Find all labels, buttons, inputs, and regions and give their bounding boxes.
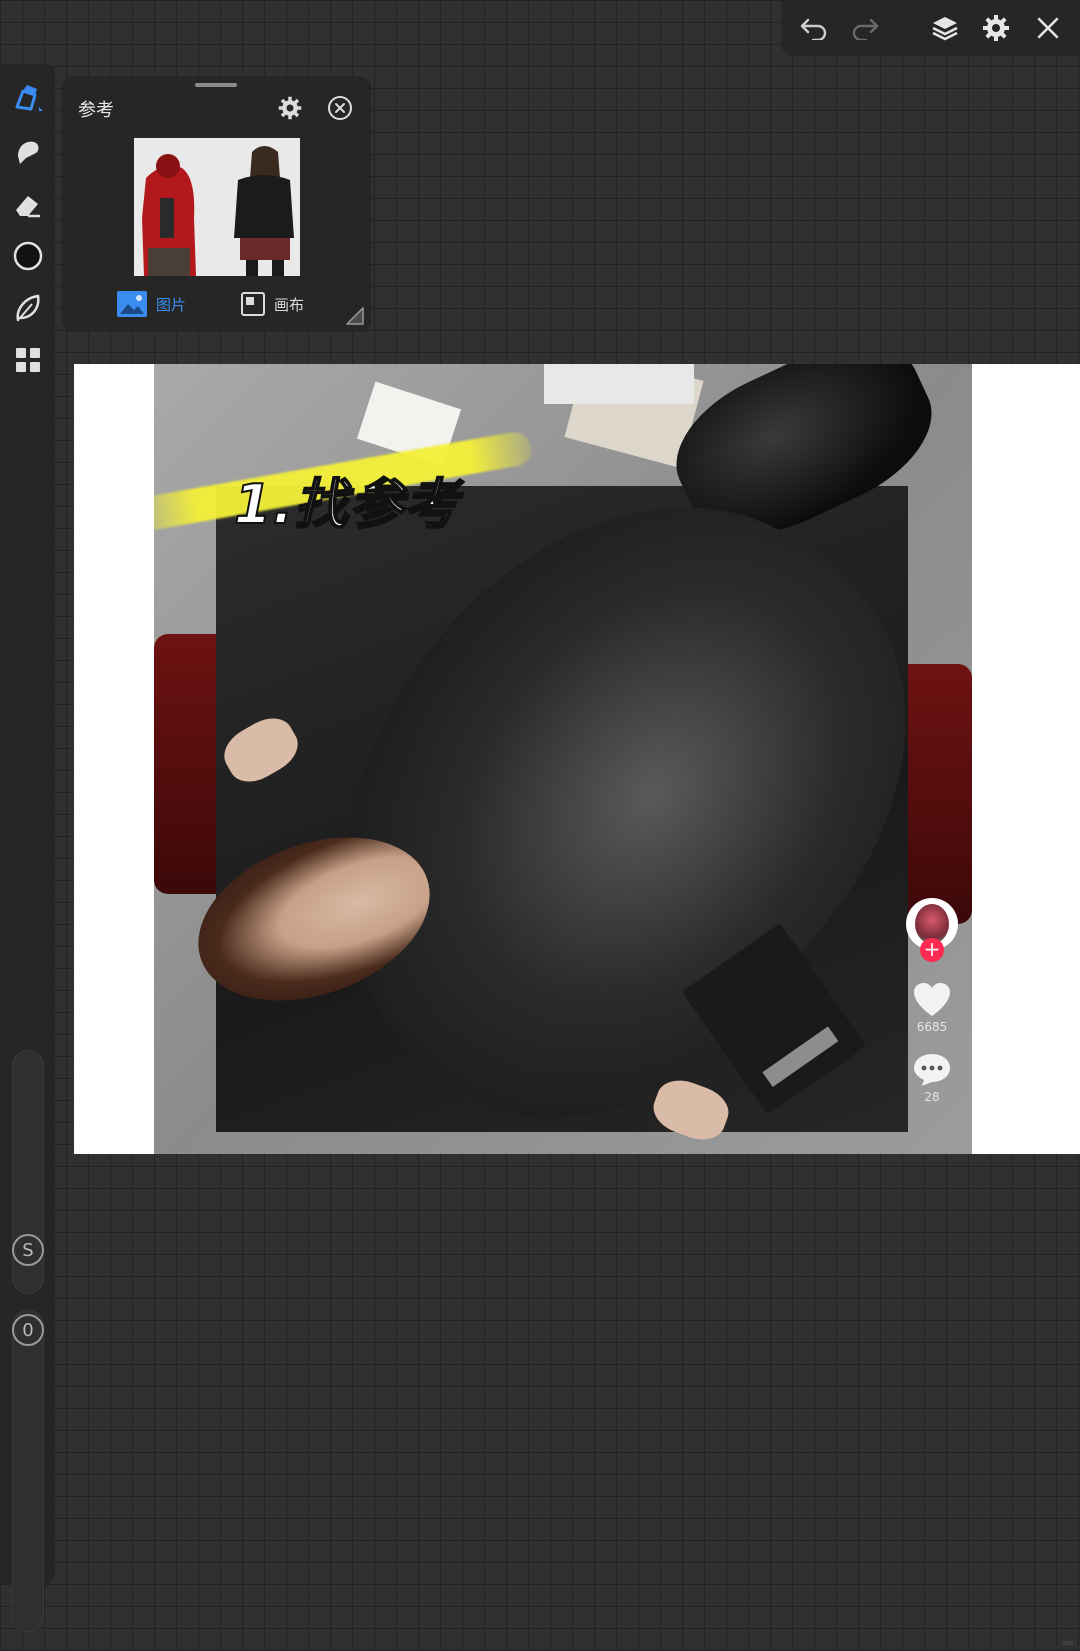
tab-canvas-label: 画布 bbox=[274, 295, 305, 314]
left-toolbar: S 0 bbox=[0, 64, 55, 1632]
layers-button[interactable] bbox=[925, 8, 965, 48]
tab-image[interactable]: 图片 bbox=[116, 288, 186, 320]
resize-handle-icon[interactable] bbox=[345, 306, 365, 326]
close-button[interactable] bbox=[1028, 8, 1068, 48]
caption-text: 1.找参考 bbox=[233, 472, 460, 537]
smudge-icon bbox=[18, 141, 39, 164]
opacity-slider[interactable] bbox=[12, 1310, 44, 1632]
follow-button[interactable]: + bbox=[920, 938, 944, 962]
canvas-icon bbox=[241, 292, 265, 316]
brush-tool[interactable] bbox=[8, 78, 48, 118]
image-icon bbox=[117, 291, 147, 317]
settings-button[interactable] bbox=[976, 8, 1016, 48]
reference-photo bbox=[134, 138, 300, 276]
redo-button[interactable] bbox=[845, 8, 885, 48]
like-count: 6685 bbox=[916, 1020, 948, 1034]
reference-panel: 参考 图片 画布 bbox=[62, 76, 371, 332]
tab-canvas[interactable]: 画布 bbox=[240, 288, 304, 320]
reference-image[interactable] bbox=[134, 138, 300, 276]
color-tool[interactable] bbox=[8, 236, 48, 276]
canvas-photo: 1.找参考 + 6685 28 bbox=[154, 364, 972, 1154]
size-badge[interactable]: S bbox=[12, 1234, 44, 1266]
more-tools[interactable] bbox=[8, 340, 48, 380]
gear-icon bbox=[278, 96, 302, 120]
comment-icon[interactable] bbox=[912, 1052, 952, 1088]
gear-icon bbox=[983, 15, 1010, 41]
heart-icon[interactable] bbox=[912, 982, 952, 1018]
panel-drag-handle[interactable] bbox=[195, 83, 237, 87]
smudge-tool[interactable] bbox=[8, 132, 48, 172]
tab-image-label: 图片 bbox=[156, 295, 187, 314]
video-side-actions: + 6685 28 bbox=[904, 898, 960, 1104]
undo-button[interactable] bbox=[794, 8, 834, 48]
brush-icon bbox=[15, 85, 43, 111]
photo-paper-3 bbox=[544, 364, 694, 404]
watermark-badge bbox=[1062, 1641, 1074, 1645]
drawing-canvas[interactable]: 1.找参考 + 6685 28 bbox=[74, 364, 1080, 1154]
more-icon bbox=[16, 348, 40, 372]
eraser-icon bbox=[16, 196, 40, 218]
close-icon bbox=[1037, 17, 1059, 39]
close-circle-icon bbox=[328, 96, 352, 120]
undo-icon bbox=[800, 18, 827, 40]
lasso-icon bbox=[16, 294, 40, 322]
opacity-badge[interactable]: 0 bbox=[12, 1314, 44, 1346]
top-toolbar bbox=[782, 0, 1080, 56]
comment-count: 28 bbox=[924, 1090, 940, 1104]
reference-close-button[interactable] bbox=[324, 92, 356, 124]
redo-icon bbox=[853, 18, 879, 40]
eraser-tool[interactable] bbox=[8, 184, 48, 224]
reference-settings-button[interactable] bbox=[274, 92, 306, 124]
lasso-tool[interactable] bbox=[8, 288, 48, 328]
color-icon bbox=[13, 241, 43, 271]
reference-title: 参考 bbox=[78, 100, 114, 121]
layers-icon bbox=[932, 17, 958, 41]
